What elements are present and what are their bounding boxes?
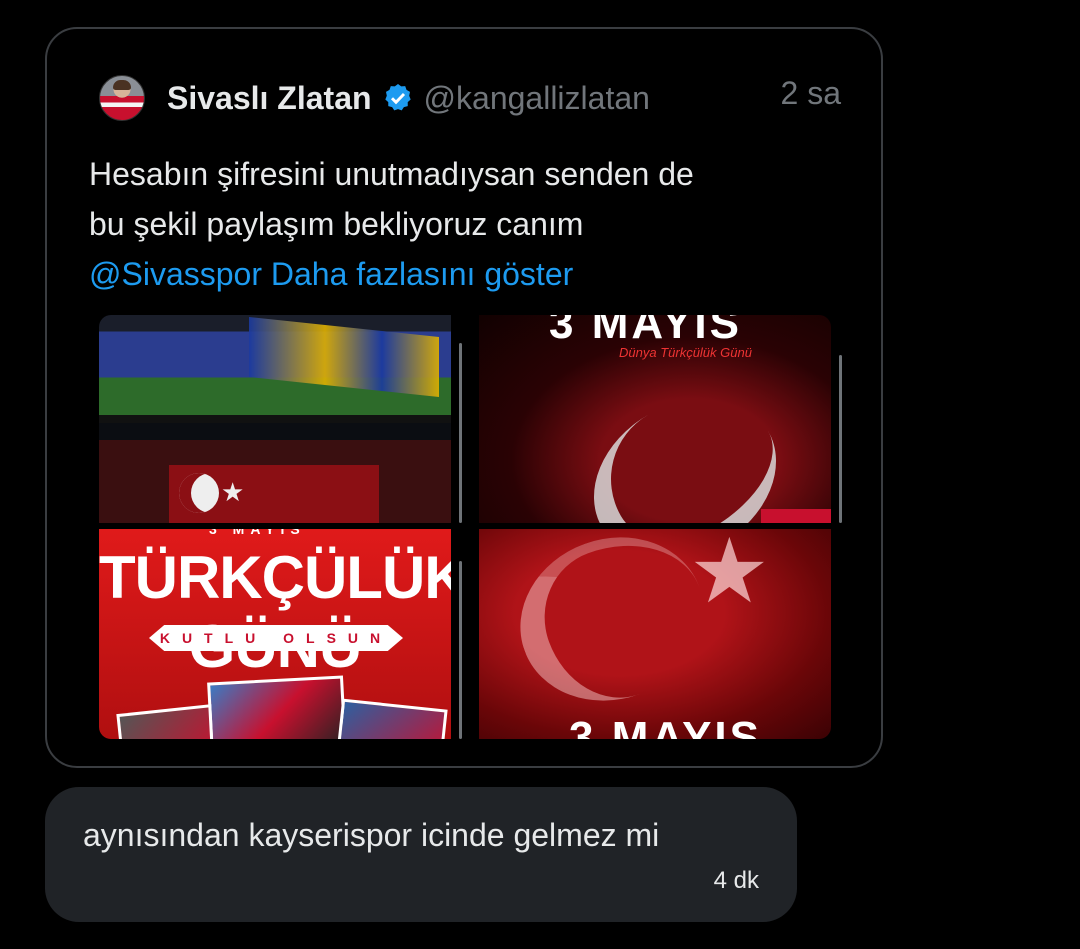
media-photo-3-mayis[interactable]: 3 MAYIS Dünya Türkçülük Günü (479, 315, 831, 523)
scrollbar[interactable] (839, 355, 842, 523)
poster-title: TÜRKÇÜLÜK GÜNÜ (99, 544, 451, 680)
poster-title: 3 MAYIS (549, 315, 743, 348)
tweet-text: Hesabın şifresini unutmadıysan senden de… (89, 149, 849, 299)
scrollbar[interactable] (459, 561, 462, 739)
media-photo-stadium[interactable]: ★ (99, 315, 451, 523)
author-name[interactable]: Sivaslı Zlatan (167, 80, 372, 117)
poster-top-text: 3 MAYIS (209, 529, 306, 537)
message-text: aynısından kayserispor icinde gelmez mi (83, 817, 660, 853)
show-more-link[interactable]: Daha fazlasını göster (271, 256, 573, 292)
author-handle[interactable]: @kangallizlatan (424, 80, 650, 117)
scrollbar[interactable] (459, 343, 462, 523)
quoted-tweet-card[interactable]: Sivaslı Zlatan @kangallizlatan 2 sa Hesa… (45, 27, 883, 768)
crescent-icon (179, 473, 219, 513)
tweet-header: Sivaslı Zlatan @kangallizlatan (99, 73, 650, 123)
tweet-time: 2 sa (780, 75, 841, 111)
tweet-text-line: bu şekil paylaşım bekliyoruz canım (89, 206, 584, 242)
star-icon: ★ (221, 477, 245, 507)
message-bubble[interactable]: aynısından kayserispor icinde gelmez mi … (45, 787, 797, 922)
message-time: 4 dk (713, 867, 759, 894)
poster-title: 3 MAYIS (569, 713, 763, 739)
star-icon: ★ (689, 529, 770, 622)
author-avatar[interactable] (99, 75, 145, 121)
poster-ribbon: KUTLU OLSUN (149, 625, 403, 651)
poster-subtitle: Dünya Türkçülük Günü (619, 345, 752, 360)
media-photo-flag-crowd[interactable]: ★ 3 MAYIS (479, 529, 831, 739)
media-grid: ★ 3 MAYIS Dünya Türkçülük Günü 3 MAYIS T… (99, 315, 842, 739)
verified-badge-icon (384, 84, 411, 111)
media-photo-turkculuk-gunu[interactable]: 3 MAYIS TÜRKÇÜLÜK GÜNÜ KUTLU OLSUN (99, 529, 451, 739)
mention-link[interactable]: @Sivasspor (89, 256, 262, 292)
ribbon-text: KUTLU OLSUN (159, 630, 393, 646)
crescent-icon (564, 366, 806, 523)
tweet-text-line: Hesabın şifresini unutmadıysan senden de (89, 156, 694, 192)
